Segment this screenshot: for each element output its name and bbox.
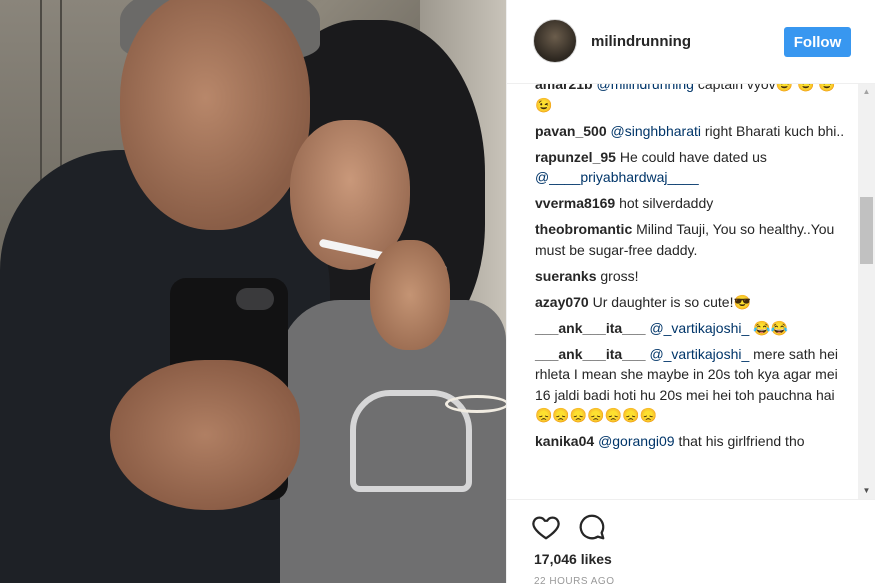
post-header: milindrunning Follow bbox=[507, 0, 875, 84]
post-photo bbox=[0, 0, 506, 583]
comment-username[interactable]: ___ank___ita___ bbox=[535, 346, 646, 362]
comment-text: 😂😂 bbox=[749, 319, 789, 336]
comment-username[interactable]: ___ank___ita___ bbox=[535, 320, 646, 336]
comment-item: pavan_500 @singhbharati right Bharati ku… bbox=[535, 121, 845, 142]
comment-mention[interactable]: @gorangi09 bbox=[598, 433, 675, 449]
comment-mention[interactable]: @____priyabhardwaj____ bbox=[535, 169, 699, 185]
scroll-up-arrow-icon[interactable]: ▲ bbox=[858, 84, 875, 100]
comment-username[interactable]: sueranks bbox=[535, 268, 596, 284]
likes-count[interactable]: 17,046 likes bbox=[534, 551, 612, 567]
comment-item: amar21b @milindrunning captain vyov😉 😉 😉… bbox=[535, 84, 845, 115]
comment-text: hot silverdaddy bbox=[619, 195, 714, 211]
comment-username[interactable]: rapunzel_95 bbox=[535, 149, 616, 165]
scroll-thumb[interactable] bbox=[860, 197, 873, 264]
comment-text: right Bharati kuch bhi.. bbox=[701, 122, 845, 139]
comment-item: kanika04 @gorangi09 that his girlfriend … bbox=[535, 431, 845, 452]
comment-text: He could have dated us bbox=[619, 148, 767, 165]
comment-section[interactable]: amar21b @milindrunning captain vyov😉 😉 😉… bbox=[507, 84, 875, 499]
scroll-down-arrow-icon[interactable]: ▼ bbox=[858, 483, 875, 499]
username[interactable]: milindrunning bbox=[591, 33, 691, 50]
comment-text: gross! bbox=[600, 267, 639, 284]
comment-mention[interactable]: @_vartikajoshi_ bbox=[649, 320, 749, 336]
comment-username[interactable]: pavan_500 bbox=[535, 123, 607, 139]
comment-username[interactable]: azay070 bbox=[535, 294, 589, 310]
photo-man-head bbox=[120, 0, 310, 230]
comment-username[interactable]: amar21b bbox=[535, 84, 593, 92]
photo-phone-lens bbox=[236, 288, 274, 310]
post-panel: milindrunning Follow amar21b @milindrunn… bbox=[506, 0, 875, 587]
photo-girl-hand bbox=[370, 240, 450, 350]
comment-icon[interactable] bbox=[577, 512, 607, 542]
avatar[interactable] bbox=[533, 19, 577, 63]
post-actions: 17,046 likes 22 HOURS AGO bbox=[507, 499, 875, 587]
comment-username[interactable]: kanika04 bbox=[535, 433, 594, 449]
comments-scrollbar[interactable]: ▲ ▼ bbox=[858, 84, 875, 499]
heart-icon[interactable] bbox=[531, 512, 561, 542]
comment-item: rapunzel_95 He could have dated us @____… bbox=[535, 147, 845, 188]
photo-bracelet bbox=[445, 395, 506, 413]
comment-username[interactable]: vverma8169 bbox=[535, 195, 615, 211]
comment-text: Ur daughter is so cute!😎 bbox=[592, 293, 751, 310]
follow-button[interactable]: Follow bbox=[784, 27, 851, 57]
comment-username[interactable]: theobromantic bbox=[535, 221, 632, 237]
comment-item: ___ank___ita___ @_vartikajoshi_ 😂😂 bbox=[535, 318, 845, 339]
comment-mention[interactable]: @milindrunning bbox=[596, 84, 693, 92]
comment-item: azay070 Ur daughter is so cute!😎 bbox=[535, 292, 845, 313]
photo-man-hand bbox=[110, 360, 300, 510]
comment-item: vverma8169 hot silverdaddy bbox=[535, 193, 845, 214]
comment-mention[interactable]: @_vartikajoshi_ bbox=[649, 346, 749, 362]
comment-item: ___ank___ita___ @_vartikajoshi_ mere sat… bbox=[535, 344, 845, 426]
comment-text: that his girlfriend tho bbox=[674, 433, 805, 449]
comment-item: theobromantic Milind Tauji, You so healt… bbox=[535, 219, 845, 260]
post-time[interactable]: 22 HOURS AGO bbox=[534, 576, 614, 587]
comment-mention[interactable]: @singhbharati bbox=[611, 123, 702, 139]
comment-item: sueranks gross! bbox=[535, 266, 845, 287]
comment-list: amar21b @milindrunning captain vyov😉 😉 😉… bbox=[535, 84, 845, 457]
